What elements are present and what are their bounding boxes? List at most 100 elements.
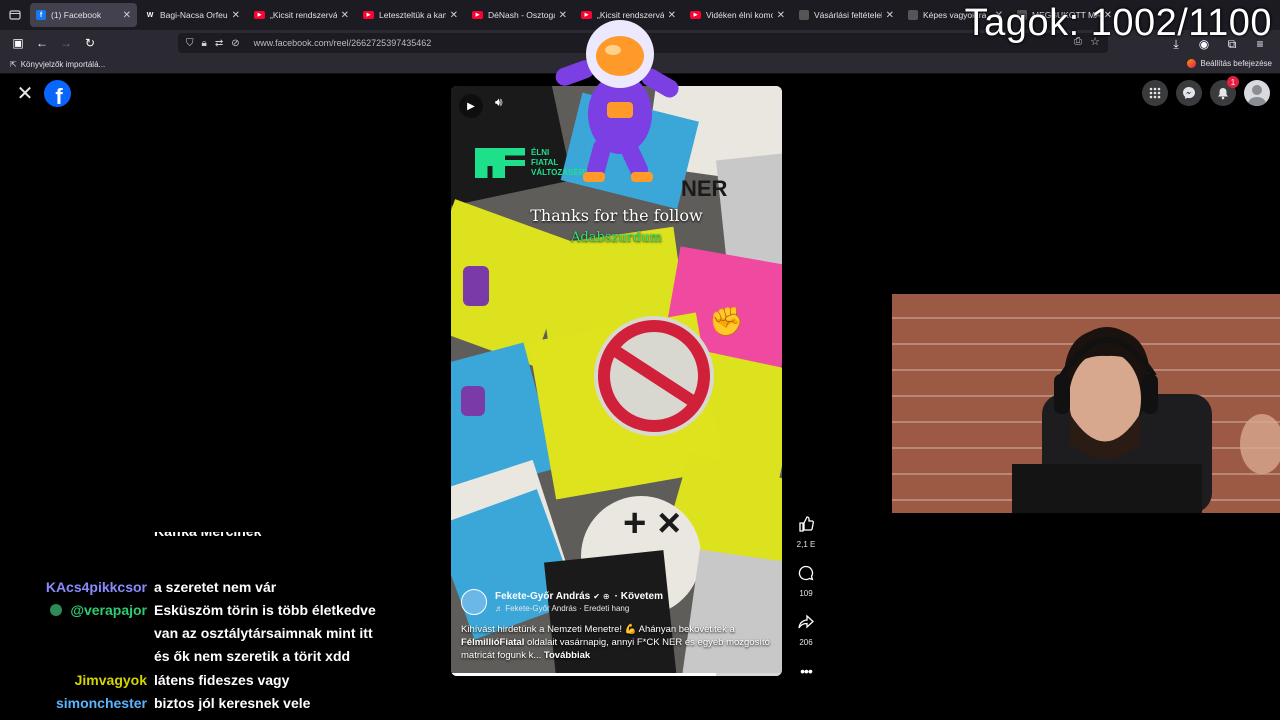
chat-message-text: Kaffka Mercinek (154, 532, 384, 543)
stream-chat: Kaffka Mercinek KAcs4pikkcsor a szeretet n… (20, 532, 440, 720)
tab-close-icon[interactable]: ✕ (450, 10, 458, 21)
reel-info: Fekete-Győr András ✔ ⊕ · Követem ♬ Feket… (461, 589, 771, 662)
chat-username-text: KAcs4pikkcsor (45, 579, 147, 595)
tab-title: Bagi-Nacsa Orfeum (160, 10, 228, 20)
sidebar-toggle-icon[interactable]: ▣ (6, 31, 30, 55)
follow-alert-title: Thanks for the follow (530, 206, 703, 225)
svg-text:+ ×: + × (623, 501, 681, 545)
youtube-icon: ▶ (472, 11, 483, 19)
chat-username-text: Jimvagyok (74, 672, 147, 688)
globe-icon: ⊕ (602, 592, 610, 601)
facebook-logo-icon[interactable]: f (44, 80, 71, 107)
tab-title: (1) Facebook (51, 10, 102, 20)
browser-tab[interactable]: ▶ Vidéken élni komol ✕ (684, 3, 791, 27)
author-row: Fekete-Győr András ✔ ⊕ · Követem ♬ Feket… (461, 589, 771, 615)
close-icon[interactable]: ✕ (14, 82, 36, 105)
facebook-icon: f (36, 10, 46, 20)
menu-grid-icon[interactable] (1142, 80, 1168, 106)
tab-close-icon[interactable]: ✕ (341, 10, 349, 21)
notification-count-badge: 1 (1227, 76, 1239, 88)
browser-tab[interactable]: Vásárlási feltételek ✕ (793, 3, 900, 27)
comment-action[interactable]: 109 (798, 565, 814, 598)
browser-tab[interactable]: f (1) Facebook ✕ (30, 3, 137, 27)
reel-caption: Kihívást hirdetünk a Nemzeti Menetre! 💪 … (461, 623, 771, 662)
like-count: 2,1 E (796, 540, 816, 549)
volume-icon[interactable]: 🔊︎ (495, 95, 503, 110)
back-button[interactable]: ← (30, 31, 54, 55)
follow-button[interactable]: · Követem (615, 591, 663, 602)
browser-tab[interactable]: ▶ „Kicsit rendszerválto ✕ (248, 3, 355, 27)
chat-message-text: a szeretet nem vár (154, 579, 277, 595)
chat-message: @verapajor Esküszöm törin is több életked… (20, 599, 440, 668)
tab-list-icon[interactable] (0, 0, 30, 30)
caption-page-link[interactable]: FélmillióFiatal (461, 637, 524, 648)
like-action[interactable]: 2,1 E (796, 516, 816, 549)
share-count: 206 (799, 638, 813, 647)
import-bookmarks-link[interactable]: Könyvjelzők importálá... (21, 60, 105, 69)
comment-count: 109 (799, 589, 813, 598)
forward-button[interactable]: → (54, 31, 78, 55)
chat-message-text: biztos jól keresnek vele (154, 695, 311, 711)
generic-icon (908, 10, 918, 20)
account-avatar[interactable] (1244, 80, 1270, 106)
audio-label[interactable]: ♬ Fekete-Győr András · Eredeti hang (495, 604, 663, 613)
chat-username-text: simonchester (55, 695, 147, 711)
video-progress-fill (451, 673, 716, 676)
browser-tab[interactable]: ▶ Leteszteltük a kamp ✕ (357, 3, 464, 27)
youtube-icon: ▶ (254, 11, 265, 19)
video-progress-bar[interactable] (451, 673, 782, 676)
chat-username[interactable] (20, 532, 154, 543)
youtube-icon: ▶ (363, 11, 374, 19)
camera-off-icon[interactable]: ⊘ (231, 38, 239, 49)
share-icon (798, 614, 814, 635)
youtube-icon: ▶ (690, 11, 701, 19)
chat-username[interactable]: Jimvagyok (20, 669, 154, 692)
reel-actions: 2,1 E 109 206 ••• (792, 516, 820, 692)
svg-text:✊: ✊ (709, 306, 744, 338)
brand-mark-icon (475, 148, 525, 178)
browser-tab[interactable]: W Bagi-Nacsa Orfeum ✕ (139, 3, 246, 27)
lock-icon[interactable]: 🔒︎ (202, 38, 207, 49)
chat-message: Jimvagyok látens fideszes vagy (20, 669, 440, 692)
tab-title: Leteszteltük a kamp (379, 10, 446, 20)
verified-badge-icon: ✔ (593, 592, 600, 601)
shield-icon[interactable]: ⛉ (186, 38, 194, 49)
url-text[interactable]: www.facebook.com/reel/2662725397435462 (254, 38, 432, 48)
streamer-webcam (892, 294, 1280, 513)
tab-close-icon[interactable]: ✕ (777, 10, 785, 21)
tab-close-icon[interactable]: ✕ (232, 10, 240, 21)
notifications-bell-icon[interactable]: 1 (1210, 76, 1239, 106)
chat-message: simonchester biztos jól keresnek vele (20, 692, 440, 715)
follow-alert-username: Adabszurdum (571, 230, 662, 245)
chat-username-text: @verapajor (70, 602, 147, 618)
author-name[interactable]: Fekete-Győr András (495, 591, 590, 602)
chat-message: KAcs4pikkcsor a szeretet nem vár (20, 576, 440, 599)
tab-title: Vidéken élni komol (706, 10, 773, 20)
chat-username[interactable]: @verapajor (20, 599, 154, 668)
chat-username[interactable]: simonchester (20, 692, 154, 715)
tab-title: „Kicsit rendszerválto (270, 10, 337, 20)
play-button[interactable]: ▶ (459, 94, 483, 118)
generic-icon (799, 10, 809, 20)
messenger-icon[interactable] (1176, 80, 1202, 106)
chat-username[interactable]: KAcs4pikkcsor (20, 576, 154, 599)
chat-badge-icon (50, 604, 63, 616)
tab-close-icon[interactable]: ✕ (886, 10, 894, 21)
caption-text: Kihívást hirdetünk a Nemzeti Menetre! 💪 … (461, 624, 735, 635)
tab-close-icon[interactable]: ✕ (123, 10, 131, 21)
share-action[interactable]: 206 (798, 614, 814, 647)
member-count-overlay: Tagok: 1002/1100 (964, 2, 1272, 44)
chat-message-text: látens fideszes vagy (154, 672, 290, 688)
tab-title: Vásárlási feltételek (814, 10, 882, 20)
see-more-link[interactable]: Továbbiak (544, 650, 590, 661)
like-icon (798, 516, 814, 537)
finish-setup-label: Beállítás befejezése (1200, 59, 1272, 68)
astronaut-emote (555, 20, 679, 182)
more-options-icon[interactable]: ••• (800, 663, 813, 682)
author-avatar[interactable] (461, 589, 487, 615)
chat-message: Kaffka Mercinek (20, 532, 440, 543)
finish-setup-link[interactable]: Beállítás befejezése (1187, 59, 1272, 68)
import-bookmarks-icon: ⇱ (10, 60, 17, 69)
permissions-icon[interactable]: ⇄ (215, 38, 223, 49)
reload-button[interactable]: ↻ (78, 31, 102, 55)
